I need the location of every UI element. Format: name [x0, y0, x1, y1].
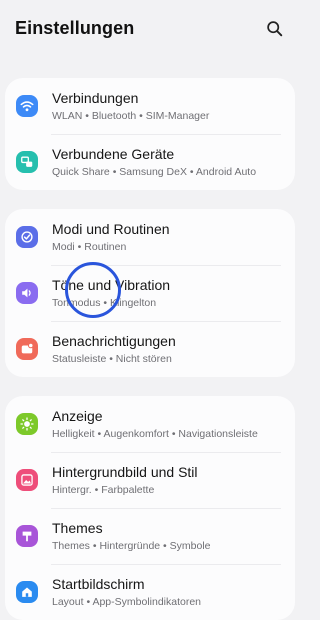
item-subtitle: Modi • Routinen [52, 241, 127, 253]
item-title: Hintergrundbild und Stil [52, 464, 198, 480]
item-title: Verbundene Geräte [52, 146, 175, 162]
item-title: Verbindungen [52, 90, 139, 106]
connected-devices-icon [16, 151, 38, 173]
settings-item-anzeige[interactable]: Anzeige Helligkeit • Augenkomfort • Navi… [5, 396, 295, 452]
item-subtitle: Tonmodus • Klingelton [52, 297, 157, 309]
settings-item-benachrichtigungen[interactable]: Benachrichtigungen Statusleiste • Nicht … [5, 321, 295, 377]
item-title: Modi und Routinen [52, 221, 170, 237]
settings-item-startbildschirm[interactable]: Startbildschirm Layout • App-Symbolindik… [5, 564, 295, 620]
modes-icon [16, 226, 38, 248]
home-screen-icon [16, 581, 38, 603]
item-title: Töne und Vibration [52, 277, 171, 293]
item-subtitle: Helligkeit • Augenkomfort • Navigationsl… [52, 428, 258, 440]
notifications-icon [16, 338, 38, 360]
settings-item-themes[interactable]: Themes Themes • Hintergründe • Symbole [5, 508, 295, 564]
item-subtitle: Statusleiste • Nicht stören [52, 353, 172, 365]
settings-group-modes-sounds: Modi und Routinen Modi • Routinen Töne u… [5, 209, 295, 377]
wallpaper-icon [16, 469, 38, 491]
page-title: Einstellungen [15, 17, 135, 38]
item-title: Startbildschirm [52, 576, 145, 592]
item-subtitle: Quick Share • Samsung DeX • Android Auto [52, 166, 257, 178]
wifi-icon [16, 95, 38, 117]
themes-icon [16, 525, 38, 547]
settings-group-display: Anzeige Helligkeit • Augenkomfort • Navi… [5, 396, 295, 620]
app-header: Einstellungen [0, 0, 300, 56]
item-title: Anzeige [52, 408, 103, 424]
item-subtitle: Layout • App-Symbolindikatoren [52, 596, 202, 608]
search-icon [266, 20, 282, 36]
settings-group-connectivity: Verbindungen WLAN • Bluetooth • SIM-Mana… [5, 78, 295, 190]
settings-item-toene-und-vibration[interactable]: Töne und Vibration Tonmodus • Klingelton [5, 265, 295, 321]
settings-item-modi-und-routinen[interactable]: Modi und Routinen Modi • Routinen [5, 209, 295, 265]
item-subtitle: Themes • Hintergründe • Symbole [52, 540, 211, 552]
item-subtitle: WLAN • Bluetooth • SIM-Manager [52, 110, 210, 122]
item-subtitle: Hintergr. • Farbpalette [52, 484, 155, 496]
sound-icon [16, 282, 38, 304]
settings-item-hintergrundbild-und-stil[interactable]: Hintergrundbild und Stil Hintergr. • Far… [5, 452, 295, 508]
settings-item-verbundene-geraete[interactable]: Verbundene Geräte Quick Share • Samsung … [5, 134, 295, 190]
settings-item-verbindungen[interactable]: Verbindungen WLAN • Bluetooth • SIM-Mana… [5, 78, 295, 134]
item-title: Themes [52, 520, 103, 536]
display-icon [16, 413, 38, 435]
search-button[interactable] [260, 14, 288, 42]
item-title: Benachrichtigungen [52, 333, 176, 349]
